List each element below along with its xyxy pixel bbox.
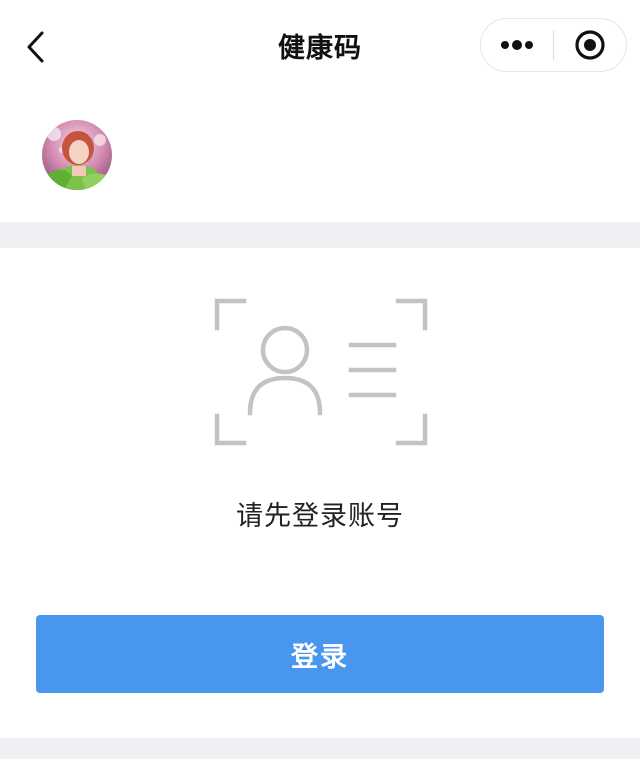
mini-program-capsule (480, 18, 627, 72)
page: 健康码 请先登录账号 登录 (0, 0, 640, 759)
login-prompt: 请先登录账号 (236, 501, 404, 532)
id-card-scan-icon (214, 298, 428, 446)
login-card: 请先登录账号 登录 (0, 248, 640, 738)
more-button[interactable] (481, 19, 553, 71)
section-separator (0, 222, 640, 248)
close-button[interactable] (554, 19, 626, 71)
target-circle-icon (575, 30, 605, 60)
user-avatar-photo (42, 120, 112, 190)
chevron-left-icon (27, 31, 44, 63)
back-button[interactable] (14, 22, 58, 72)
more-dots-icon (501, 40, 533, 50)
bottom-separator (0, 738, 640, 759)
navbar: 健康码 (0, 0, 640, 92)
login-button[interactable]: 登录 (36, 615, 604, 693)
avatar[interactable] (42, 120, 112, 190)
